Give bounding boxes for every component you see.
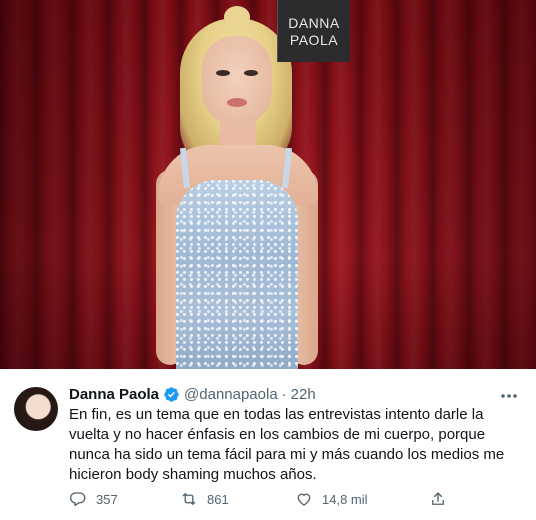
more-dots (501, 394, 517, 398)
author-handle[interactable]: @dannapaola (184, 386, 278, 403)
tweet-actions: 357 861 14,8 mil (69, 489, 469, 509)
timestamp[interactable]: 22h (291, 386, 316, 403)
share-button[interactable] (429, 489, 456, 509)
name-sign: DANNA PAOLA (277, 0, 350, 62)
separator-dot: · (281, 385, 287, 403)
verified-badge-icon (164, 386, 179, 402)
face (202, 36, 272, 126)
right-eye (244, 70, 258, 76)
avatar[interactable] (14, 387, 58, 431)
sign-line-2: PAOLA (289, 32, 339, 48)
ellipsis-icon[interactable] (500, 387, 518, 399)
curtain-shadow-right (336, 0, 536, 369)
lips (227, 98, 247, 107)
tweet-photo[interactable]: DANNA PAOLA (0, 0, 536, 369)
left-eye (216, 70, 230, 76)
retweet-icon (182, 493, 196, 505)
tweet-header: Danna Paola @dannapaola · 22h (69, 383, 316, 405)
like-button[interactable]: 14,8 mil (295, 489, 368, 509)
sign-line-1: DANNA (288, 15, 340, 31)
hair-bun (224, 6, 250, 28)
sequin-dress (176, 180, 298, 369)
retweet-button[interactable]: 861 (180, 489, 229, 509)
author-name[interactable]: Danna Paola (69, 386, 159, 403)
tweet-text: En fin, es un tema que en todas las entr… (69, 406, 505, 483)
heart-icon (297, 493, 311, 506)
like-count: 14,8 mil (322, 491, 368, 507)
retweet-count: 861 (207, 491, 229, 507)
reply-button[interactable]: 357 (69, 489, 118, 509)
share-icon (432, 492, 444, 505)
tweet-card: Danna Paola @dannapaola · 22h En fin, es… (0, 369, 536, 520)
reply-icon (69, 492, 86, 507)
reply-count: 357 (96, 491, 118, 507)
